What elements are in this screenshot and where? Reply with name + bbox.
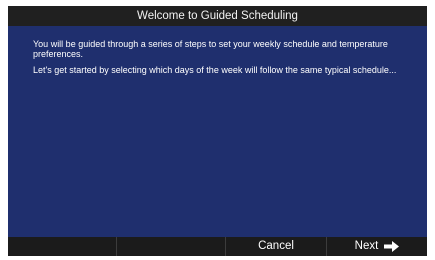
page-title: Welcome to Guided Scheduling bbox=[137, 10, 298, 22]
next-button[interactable]: Next bbox=[327, 237, 427, 256]
instruction-paragraph: Let's get started by selecting which day… bbox=[33, 65, 397, 75]
intro-paragraph: You will be guided through a series of s… bbox=[33, 39, 388, 59]
empty-soft-button-2 bbox=[117, 237, 226, 256]
right-arrow-icon bbox=[384, 241, 400, 252]
screen: Welcome to Guided Scheduling You will be… bbox=[8, 6, 427, 256]
bottom-button-bar: Cancel Next bbox=[8, 237, 427, 256]
empty-soft-button-1 bbox=[8, 237, 117, 256]
title-bar: Welcome to Guided Scheduling bbox=[8, 6, 427, 26]
thermostat-display: Welcome to Guided Scheduling You will be… bbox=[0, 0, 435, 260]
cancel-button[interactable]: Cancel bbox=[226, 237, 327, 256]
next-label: Next bbox=[354, 240, 379, 252]
cancel-label: Cancel bbox=[258, 240, 294, 252]
